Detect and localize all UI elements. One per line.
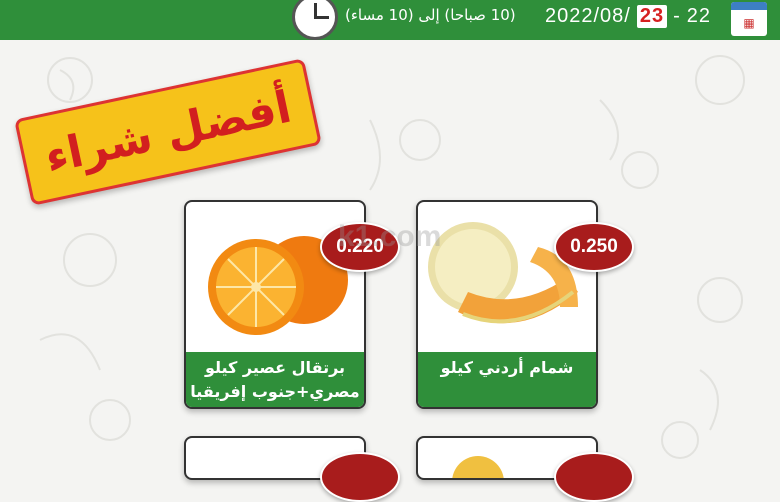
date-day-start: 22 xyxy=(686,4,712,27)
offer-date: 2022/08/ 23 - 22 xyxy=(545,4,711,28)
price-badge-partial-left xyxy=(320,452,400,502)
top-bar: (10 صباحا) إلى (10 مساء) 2022/08/ 23 - 2… xyxy=(0,0,780,40)
price-badge-melon: 0.250 xyxy=(554,222,634,272)
calendar-icon: ▦ xyxy=(731,2,767,36)
product-name: برتقال عصير كيلو مصري+جنوب إفريقيا xyxy=(186,352,364,407)
clock-icon xyxy=(292,0,338,40)
date-dash: - xyxy=(673,4,681,27)
product-name: شمام أردني كيلو xyxy=(418,352,596,407)
price-badge-partial-right xyxy=(554,452,634,502)
watermark: k1.com xyxy=(338,220,442,253)
best-buy-banner: أفضل شراء xyxy=(14,58,322,206)
banner-label: أفضل شراء xyxy=(40,81,296,183)
date-day-end: 23 xyxy=(636,4,668,28)
date-year-month: 2022/08/ xyxy=(545,4,631,27)
melon-image xyxy=(428,222,578,324)
fruit-image-partial xyxy=(452,456,504,478)
opening-hours: (10 صباحا) إلى (10 مساء) xyxy=(345,6,516,24)
